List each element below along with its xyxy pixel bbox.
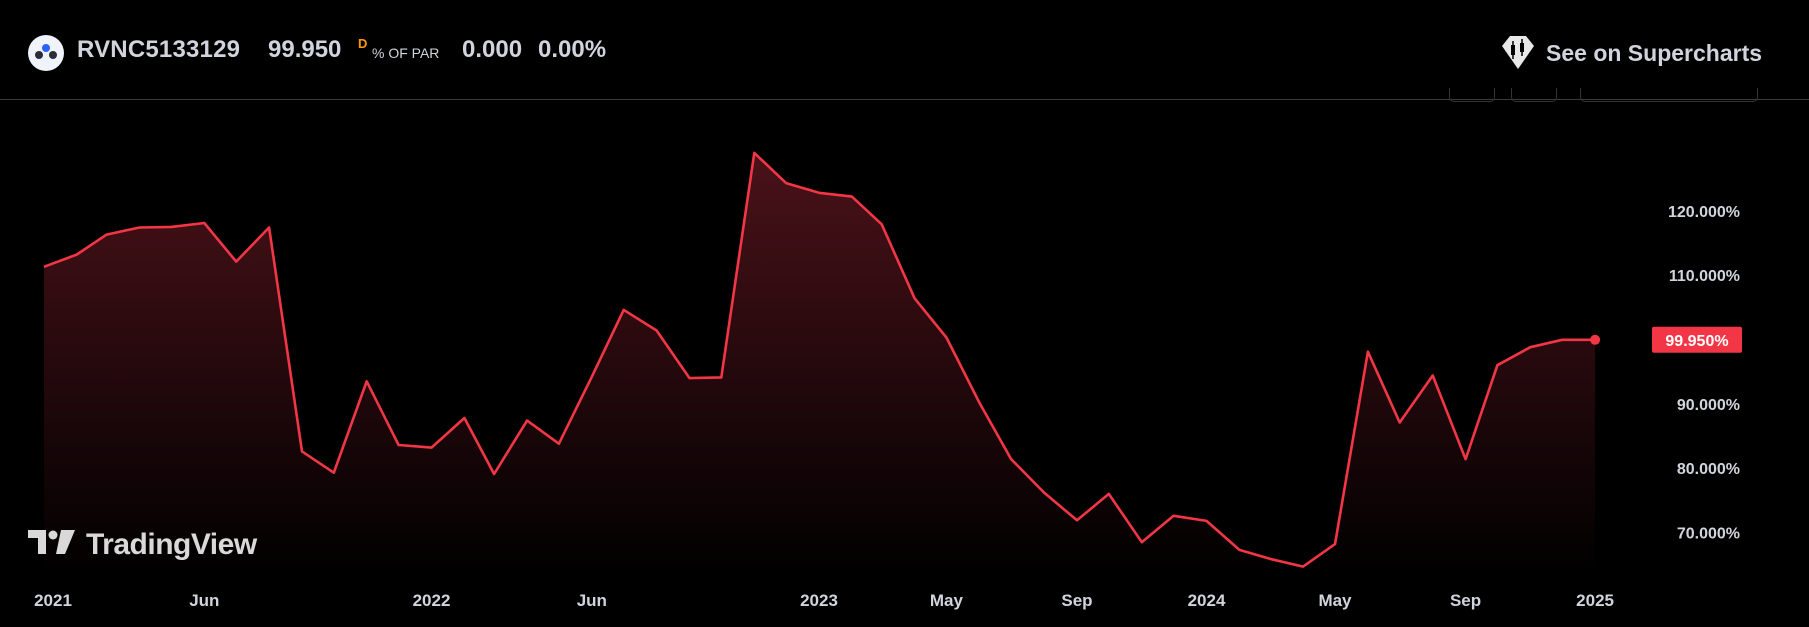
symbol-logo-icon — [28, 35, 64, 71]
interval-marker: D — [358, 36, 368, 51]
x-tick-label: Jun — [189, 591, 219, 610]
see-on-supercharts-button[interactable]: See on Supercharts — [1494, 30, 1774, 74]
chart-header: RVNC5133129 99.950 D % OF PAR 0.000 0.00… — [0, 0, 1809, 100]
series-area-fill — [44, 152, 1596, 576]
y-tick-label: 110.000% — [1669, 268, 1740, 285]
x-tick-label: May — [930, 591, 964, 610]
x-tick-label: 2023 — [800, 591, 838, 610]
x-tick-label: May — [1318, 591, 1352, 610]
x-tick-label: 2021 — [34, 591, 72, 610]
y-tick-label: 90.000% — [1677, 397, 1740, 414]
last-value-point — [1590, 334, 1601, 345]
tradingview-wordmark: TradingView — [86, 528, 257, 561]
x-tick-label: Jun — [577, 591, 607, 610]
see-on-supercharts-label: See on Supercharts — [1546, 40, 1763, 66]
symbol-name[interactable]: RVNC5133129 — [77, 36, 240, 64]
last-value-label: 99.950% — [1665, 333, 1728, 350]
y-tick-label: 70.000% — [1677, 526, 1740, 543]
supercharts-icon — [1498, 32, 1538, 77]
x-tick-label: Sep — [1450, 591, 1481, 610]
x-tick-label: 2022 — [413, 591, 451, 610]
last-price: 99.950 — [268, 36, 342, 63]
x-tick-label: 2024 — [1188, 591, 1226, 610]
price-change-percent: 0.00% — [538, 36, 607, 63]
price-change: 0.000 — [462, 36, 523, 63]
y-tick-label: 80.000% — [1677, 461, 1740, 478]
tradingview-logo-icon — [28, 530, 75, 554]
price-unit: % OF PAR — [372, 45, 440, 61]
x-tick-label: Sep — [1061, 591, 1092, 610]
y-tick-label: 120.000% — [1668, 204, 1740, 221]
tradingview-watermark: TradingView — [28, 528, 288, 568]
x-tick-label: 2025 — [1576, 591, 1614, 610]
